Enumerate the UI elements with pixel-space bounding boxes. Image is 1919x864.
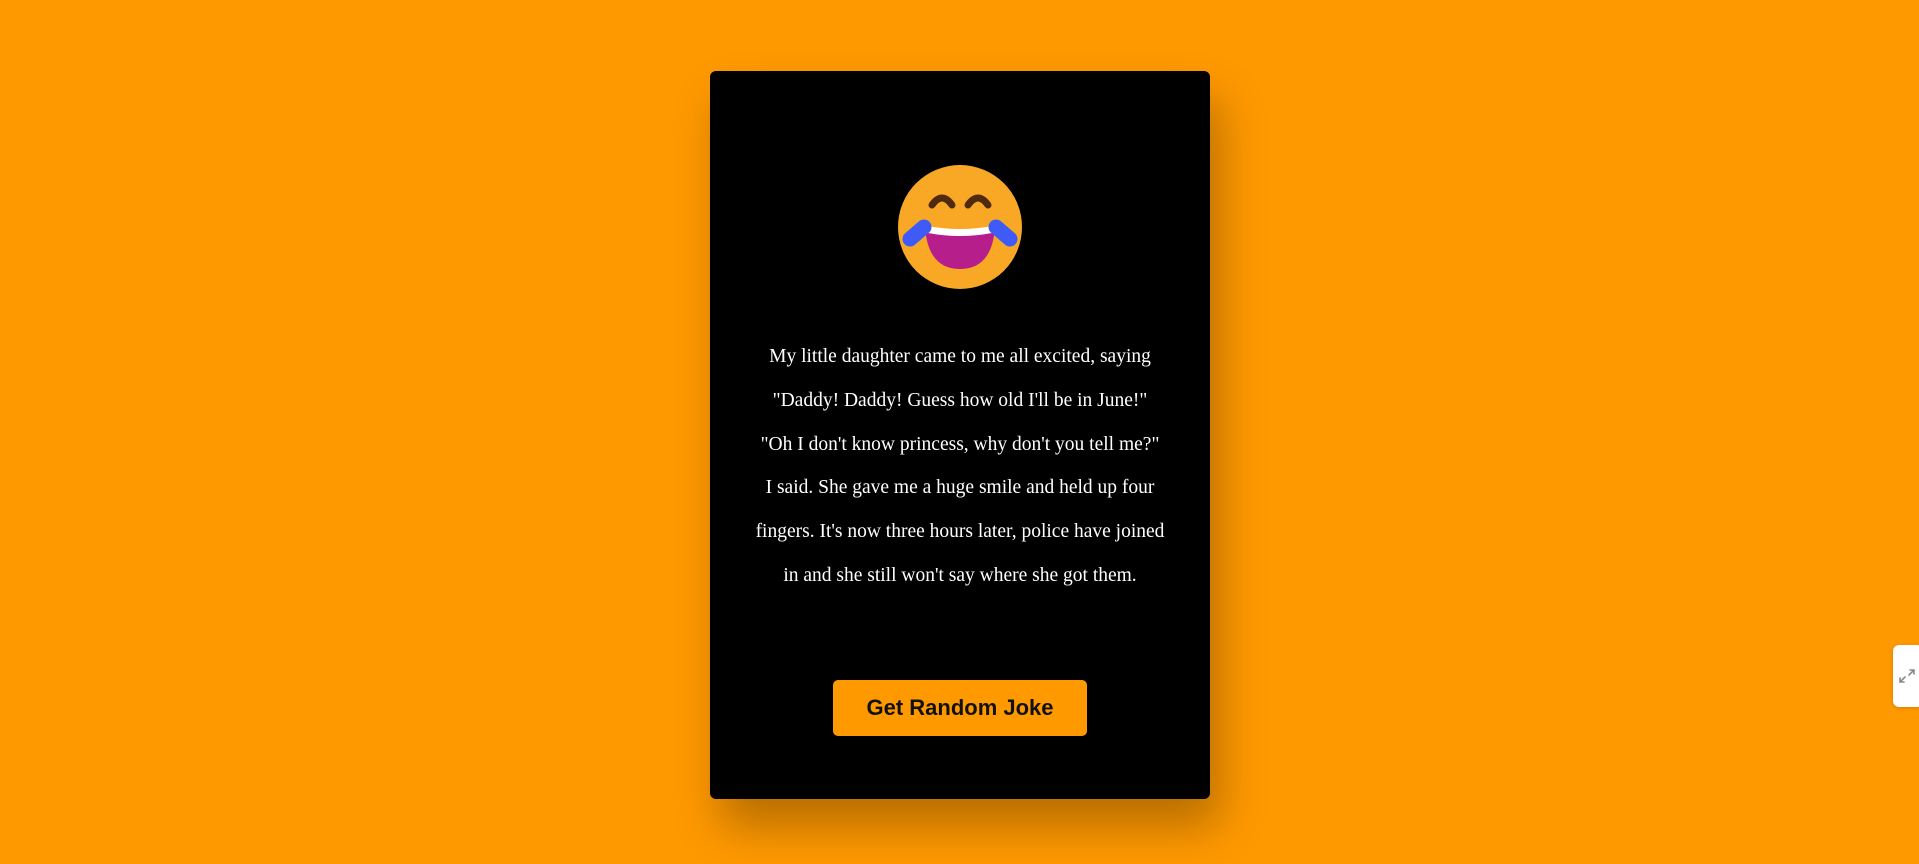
expand-icon <box>1899 669 1915 683</box>
side-extension-tab[interactable] <box>1893 645 1919 707</box>
get-random-joke-button[interactable]: Get Random Joke <box>833 680 1087 736</box>
laughing-emoji-icon <box>898 165 1022 289</box>
joke-text: My little daughter came to me all excite… <box>755 346 1165 586</box>
joke-card: My little daughter came to me all excite… <box>710 71 1210 799</box>
page: My little daughter came to me all excite… <box>0 0 1919 864</box>
